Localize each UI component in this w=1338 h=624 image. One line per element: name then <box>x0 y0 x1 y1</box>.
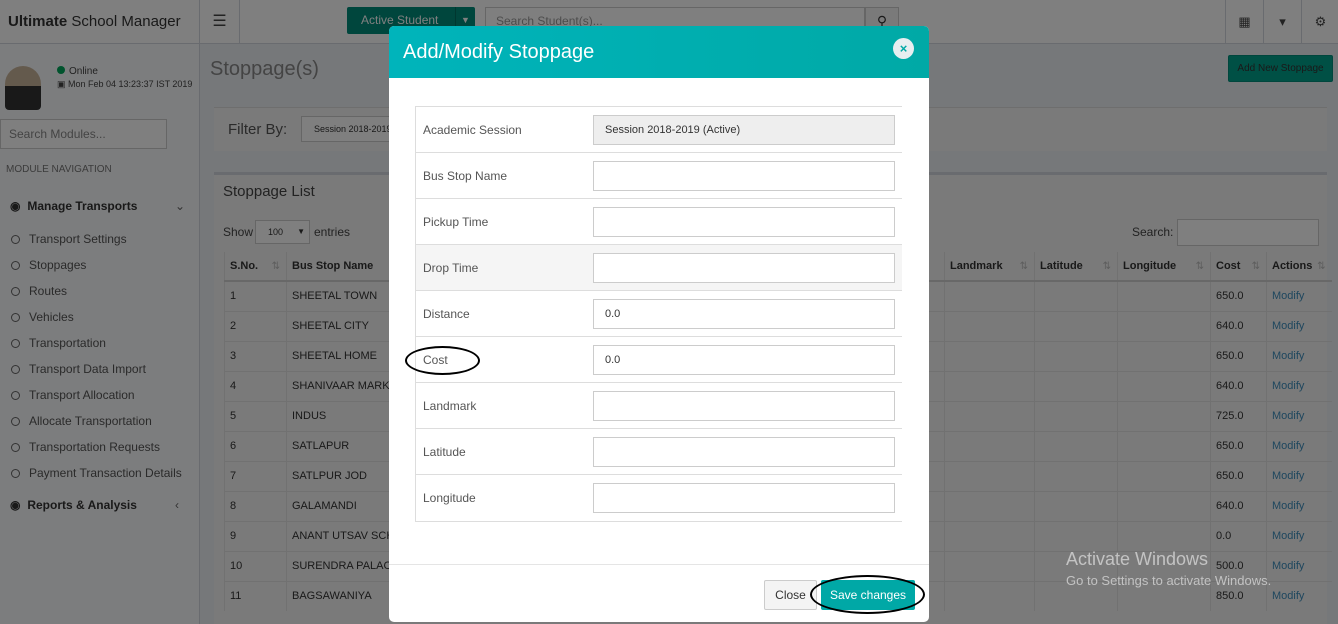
academic-session-label: Academic Session <box>423 123 522 137</box>
academic-session-field: Session 2018-2019 (Active) <box>593 115 895 145</box>
landmark-input[interactable] <box>593 391 895 421</box>
drop-time-input[interactable] <box>593 253 895 283</box>
annotation-ellipse-save <box>810 575 925 614</box>
stoppage-form: Academic Session Session 2018-2019 (Acti… <box>415 106 902 522</box>
form-row-latitude: Latitude <box>415 429 902 475</box>
watermark-line-2: Go to Settings to activate Windows. <box>1066 573 1272 588</box>
add-modify-stoppage-modal: Add/Modify Stoppage × Academic Session S… <box>389 26 929 622</box>
modal-footer-divider <box>389 564 929 565</box>
form-row-drop-time: Drop Time <box>415 245 902 291</box>
modal-header: Add/Modify Stoppage × <box>389 26 929 78</box>
distance-label: Distance <box>423 307 470 321</box>
distance-input[interactable]: 0.0 <box>593 299 895 329</box>
longitude-input[interactable] <box>593 483 895 513</box>
form-row-distance: Distance 0.0 <box>415 291 902 337</box>
form-row-bus-stop-name: Bus Stop Name <box>415 153 902 199</box>
pickup-time-label: Pickup Time <box>423 215 489 229</box>
longitude-label: Longitude <box>423 491 476 505</box>
cost-input[interactable]: 0.0 <box>593 345 895 375</box>
form-row-longitude: Longitude <box>415 475 902 521</box>
bus-stop-name-label: Bus Stop Name <box>423 169 508 183</box>
form-row-academic-session: Academic Session Session 2018-2019 (Acti… <box>415 107 902 153</box>
windows-activation-watermark: Activate Windows Go to Settings to activ… <box>1066 549 1271 588</box>
modal-title: Add/Modify Stoppage <box>403 41 595 63</box>
close-icon[interactable]: × <box>893 38 914 59</box>
pickup-time-input[interactable] <box>593 207 895 237</box>
watermark-line-1: Activate Windows <box>1066 549 1209 569</box>
latitude-input[interactable] <box>593 437 895 467</box>
landmark-label: Landmark <box>423 399 477 413</box>
form-left-border <box>415 106 416 521</box>
annotation-ellipse-cost <box>405 346 480 375</box>
drop-time-label: Drop Time <box>423 261 479 275</box>
form-row-landmark: Landmark <box>415 383 902 429</box>
bus-stop-name-input[interactable] <box>593 161 895 191</box>
form-row-pickup-time: Pickup Time <box>415 199 902 245</box>
form-row-cost: Cost 0.0 <box>415 337 902 383</box>
latitude-label: Latitude <box>423 445 466 459</box>
